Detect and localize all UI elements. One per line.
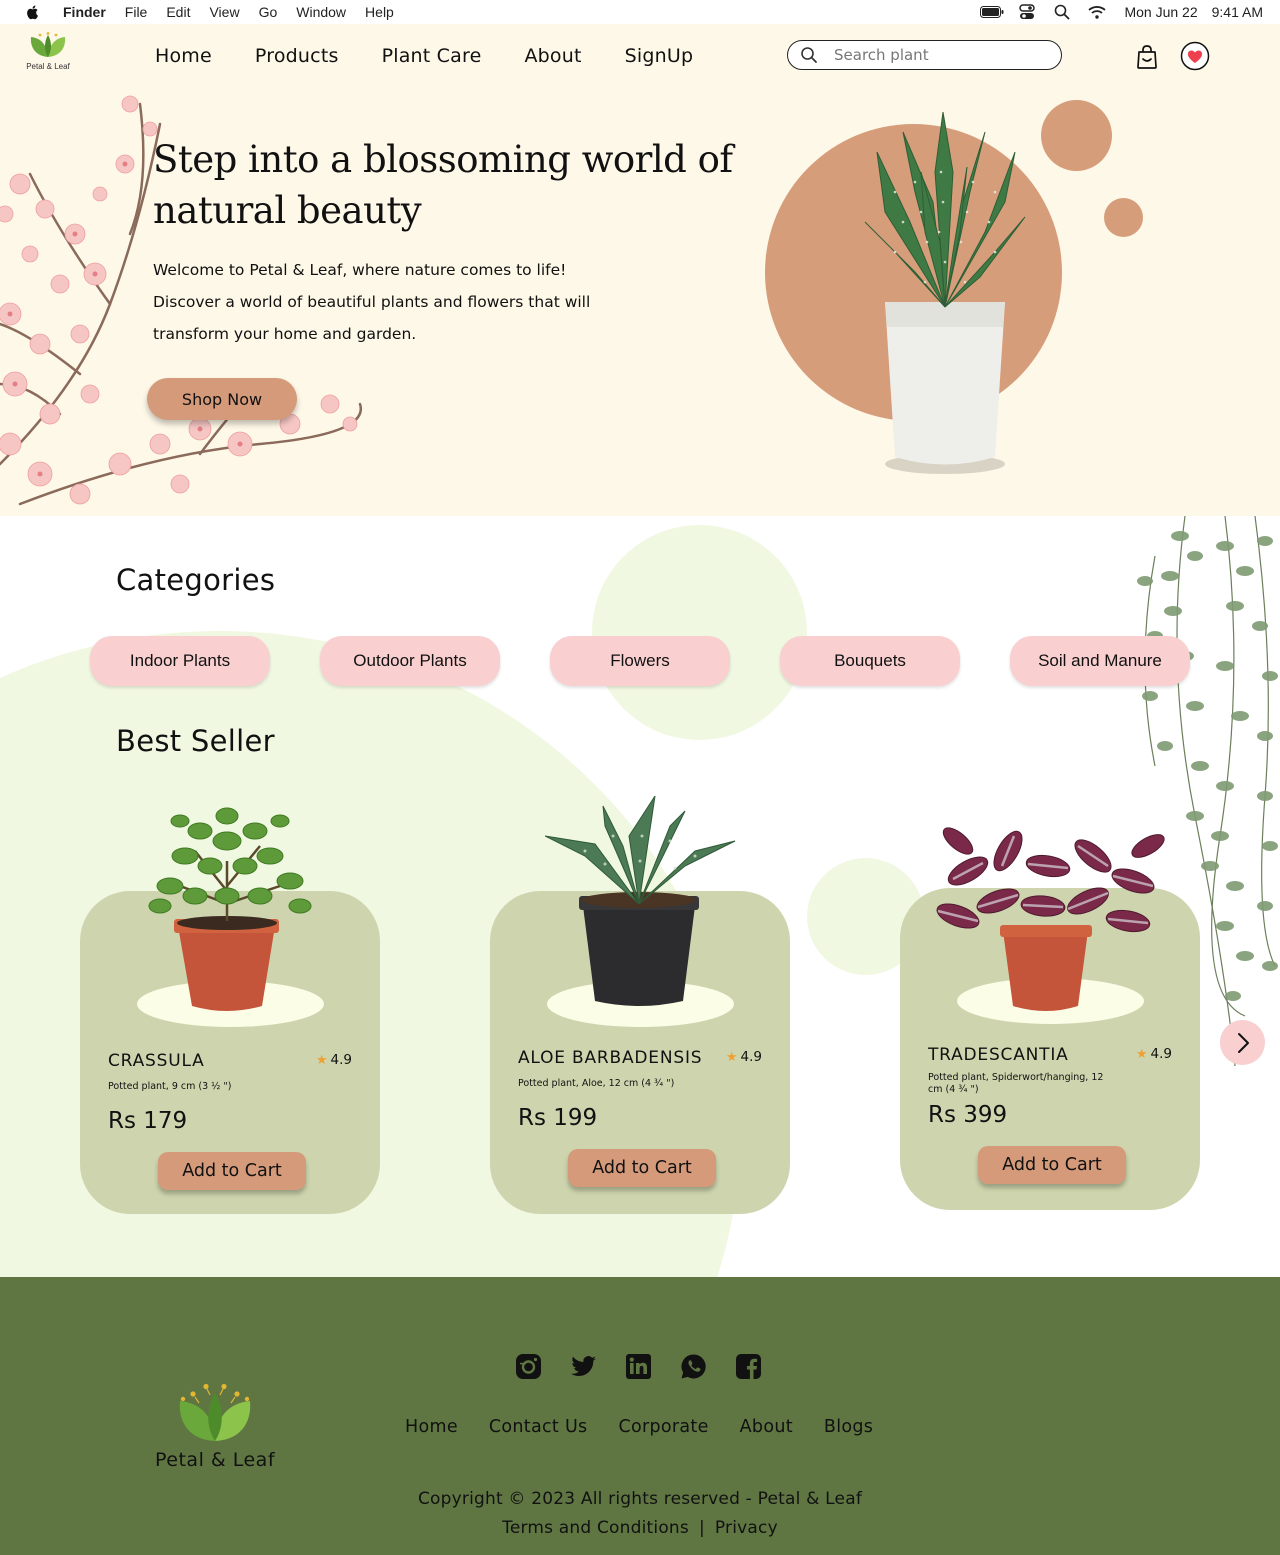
carousel-next-button[interactable] <box>1220 1020 1265 1065</box>
leaf-logo-icon <box>179 1383 251 1441</box>
product-name: CRASSULA <box>108 1051 205 1071</box>
main-nav: Home Products Plant Care About SignUp <box>155 45 736 67</box>
leaf-logo-icon <box>30 32 66 57</box>
footer-links: Home Contact Us Corporate About Blogs <box>405 1417 904 1437</box>
shop-now-button[interactable]: Shop Now <box>147 378 297 420</box>
categories-title: Categories <box>116 563 276 597</box>
menu-file[interactable]: File <box>125 4 148 20</box>
footer-link-contact-us[interactable]: Contact Us <box>489 1417 588 1437</box>
header-logo-text: Petal & Leaf <box>26 62 70 71</box>
star-icon: ★ <box>1135 1046 1148 1062</box>
category-list: Indoor Plants Outdoor Plants Flowers Bou… <box>90 636 1240 686</box>
nav-products[interactable]: Products <box>255 45 339 67</box>
menu-app-name[interactable]: Finder <box>63 4 106 20</box>
star-icon: ★ <box>725 1049 738 1065</box>
menubar-time[interactable]: 9:41 AM <box>1212 4 1263 20</box>
search-input[interactable] <box>834 46 1034 64</box>
menu-view[interactable]: View <box>209 4 239 20</box>
search-icon[interactable] <box>800 46 818 64</box>
product-description: Potted plant, Aloe, 12 cm (4 ¾ ") <box>518 1078 675 1089</box>
product-price: Rs 199 <box>518 1105 598 1131</box>
search-bar <box>787 40 1062 70</box>
main-content: Categories Indoor Plants Outdoor Plants … <box>0 516 1280 1277</box>
nav-plant-care[interactable]: Plant Care <box>382 45 482 67</box>
category-indoor-plants[interactable]: Indoor Plants <box>90 636 270 686</box>
tradescantia-plant-image <box>936 827 1165 1011</box>
menu-edit[interactable]: Edit <box>166 4 190 20</box>
apple-icon[interactable] <box>25 4 41 20</box>
social-links <box>515 1353 790 1380</box>
hero-title-line-1: Step into a blossoming world of <box>153 138 733 181</box>
facebook-icon[interactable] <box>735 1353 762 1380</box>
star-icon: ★ <box>315 1052 328 1068</box>
footer: Petal & Leaf Home Contact Us Corporate A… <box>0 1277 1280 1555</box>
macos-menubar: Finder File Edit View Go Window Help Mon… <box>0 0 1280 24</box>
footer-link-home[interactable]: Home <box>405 1417 458 1437</box>
hero-description: Welcome to Petal & Leaf, where nature co… <box>153 254 623 350</box>
hero-succulent-plant-image <box>864 112 1026 474</box>
legal-links: Terms and Conditions | Privacy <box>0 1518 1280 1538</box>
whatsapp-icon[interactable] <box>680 1353 707 1380</box>
header-logo[interactable]: Petal & Leaf <box>20 32 76 71</box>
hero-text-line-2: Discover a world of beautiful plants and… <box>153 293 591 311</box>
product-name: ALOE BARBADENSIS <box>518 1048 703 1068</box>
product-rating: ★ 4.9 <box>1136 1046 1172 1062</box>
add-to-cart-button[interactable]: Add to Cart <box>978 1146 1126 1184</box>
rating-value: 4.9 <box>740 1049 762 1065</box>
product-price: Rs 179 <box>108 1108 188 1134</box>
wifi-icon[interactable] <box>1084 0 1110 24</box>
copyright-text: Copyright © 2023 All rights reserved - P… <box>417 1489 863 1509</box>
battery-icon[interactable] <box>979 0 1005 24</box>
instagram-icon[interactable] <box>515 1353 542 1380</box>
product-description: Potted plant, 9 cm (3 ½ ") <box>108 1081 232 1092</box>
category-flowers[interactable]: Flowers <box>550 636 730 686</box>
hero-small-circle <box>1041 100 1112 171</box>
linkedin-icon[interactable] <box>625 1353 652 1380</box>
footer-brand-name: Petal & Leaf <box>155 1449 276 1471</box>
category-outdoor-plants[interactable]: Outdoor Plants <box>320 636 500 686</box>
footer-link-blogs[interactable]: Blogs <box>824 1417 873 1437</box>
add-to-cart-button[interactable]: Add to Cart <box>158 1152 306 1190</box>
wishlist-heart-icon[interactable] <box>1180 41 1210 71</box>
hero-section: Petal & Leaf Home Products Plant Care Ab… <box>0 24 1280 516</box>
product-rating: ★ 4.9 <box>316 1052 352 1068</box>
shopping-bag-icon[interactable] <box>1134 44 1160 70</box>
chevron-right-icon <box>1237 1032 1249 1053</box>
category-soil-and-manure[interactable]: Soil and Manure <box>1010 636 1190 686</box>
hero-small-circle <box>1104 198 1143 237</box>
hero-title-line-2: natural beauty <box>153 189 422 232</box>
add-to-cart-button[interactable]: Add to Cart <box>568 1149 716 1187</box>
privacy-link[interactable]: Privacy <box>715 1518 778 1538</box>
product-rating: ★ 4.9 <box>726 1049 762 1065</box>
menu-help[interactable]: Help <box>365 4 394 20</box>
nav-about[interactable]: About <box>524 45 581 67</box>
hero-text-line-1: Welcome to Petal & Leaf, where nature co… <box>153 261 567 279</box>
control-center-icon[interactable] <box>1014 0 1040 24</box>
crassula-plant-image <box>148 807 312 1011</box>
hero-title: Step into a blossoming world of natural … <box>153 134 753 236</box>
nav-home[interactable]: Home <box>155 45 212 67</box>
hero-text-line-3: transform your home and garden. <box>153 325 417 343</box>
menubar-date[interactable]: Mon Jun 22 <box>1124 4 1197 20</box>
menu-go[interactable]: Go <box>259 4 278 20</box>
footer-link-about[interactable]: About <box>740 1417 793 1437</box>
footer-link-corporate[interactable]: Corporate <box>618 1417 708 1437</box>
terms-link[interactable]: Terms and Conditions <box>502 1518 689 1538</box>
footer-logo[interactable]: Petal & Leaf <box>155 1383 275 1471</box>
nav-signup[interactable]: SignUp <box>625 45 694 67</box>
product-name: TRADESCANTIA <box>928 1045 1069 1065</box>
spotlight-search-icon[interactable] <box>1049 0 1075 24</box>
menu-window[interactable]: Window <box>296 4 346 20</box>
twitter-icon[interactable] <box>570 1353 597 1380</box>
product-price: Rs 399 <box>928 1102 1008 1128</box>
best-seller-title: Best Seller <box>116 724 275 758</box>
aloe-barbadensis-plant-image <box>545 796 736 1006</box>
background-circle <box>592 525 807 740</box>
category-bouquets[interactable]: Bouquets <box>780 636 960 686</box>
legal-separator: | <box>698 1518 705 1538</box>
product-description: Potted plant, Spiderwort/hanging, 12 cm … <box>928 1072 1104 1095</box>
rating-value: 4.9 <box>1150 1046 1172 1062</box>
rating-value: 4.9 <box>330 1052 352 1068</box>
